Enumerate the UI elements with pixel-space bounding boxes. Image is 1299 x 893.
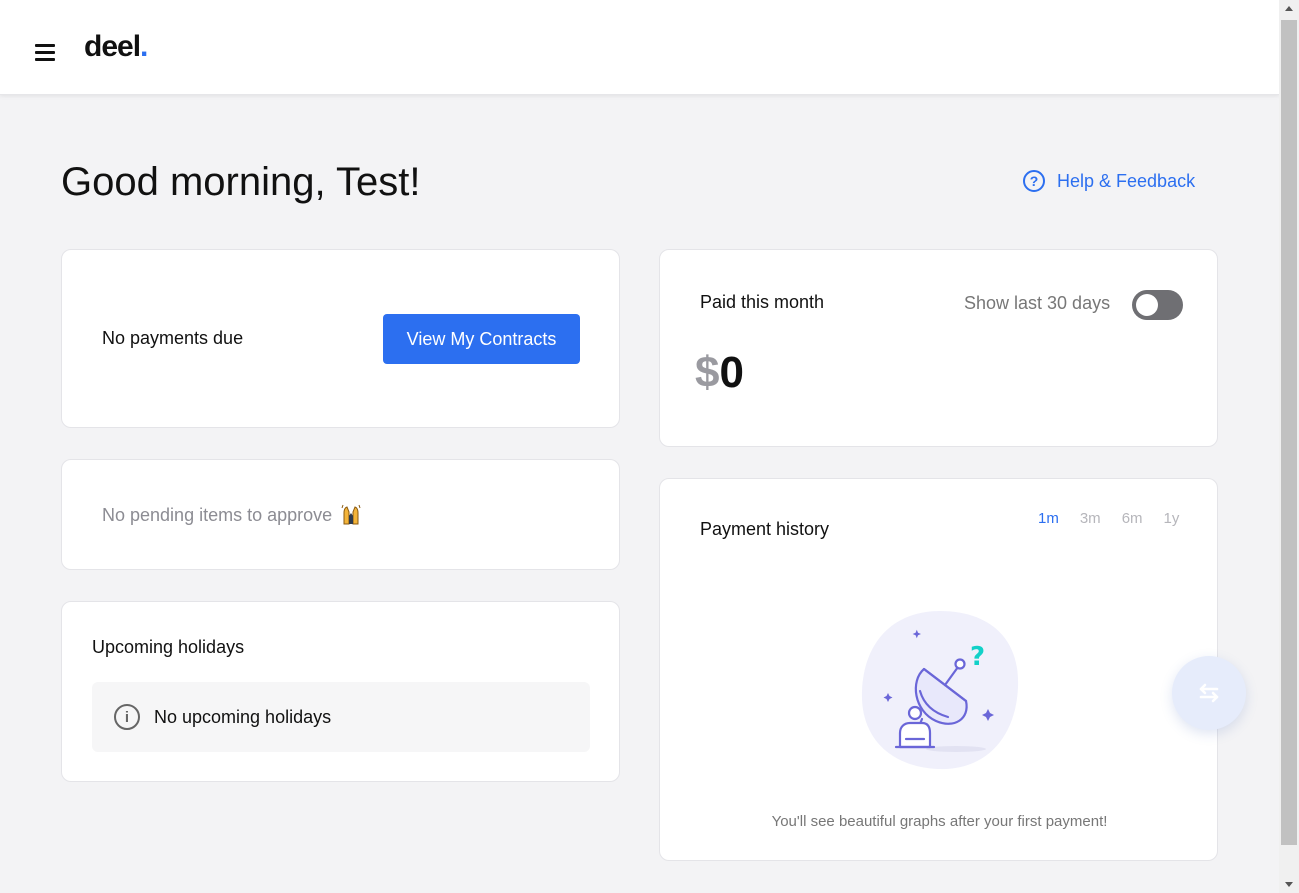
logo-dot: . — [140, 30, 148, 63]
upcoming-holidays-card: Upcoming holidays i No upcoming holidays — [61, 601, 620, 782]
swap-arrows-icon — [1199, 683, 1219, 703]
payments-due-label: No payments due — [102, 328, 244, 348]
top-navigation-bar: deel. — [0, 0, 1279, 95]
no-holidays-text: No upcoming holidays — [154, 706, 332, 727]
info-icon: i — [114, 704, 140, 730]
pending-approvals-label: No pending items to approve — [102, 504, 333, 525]
view-my-contracts-button[interactable]: View My Contracts — [383, 314, 580, 364]
show-last-30-days-toggle[interactable] — [1132, 290, 1183, 320]
swap-floating-button[interactable] — [1172, 656, 1246, 730]
svg-text:?: ? — [970, 642, 985, 672]
pending-approvals-row: No pending items to approve — [102, 504, 362, 526]
hamburger-icon[interactable] — [35, 44, 55, 61]
help-feedback-label: Help & Feedback — [1057, 170, 1196, 191]
paid-this-month-card: Paid this month Show last 30 days $0 — [659, 249, 1218, 447]
scroll-down-arrow-icon[interactable] — [1285, 882, 1293, 887]
amount-value: 0 — [719, 348, 744, 397]
scroll-up-arrow-icon[interactable] — [1285, 6, 1293, 11]
payments-due-card: No payments due View My Contracts — [61, 249, 620, 428]
range-1y[interactable]: 1y — [1164, 510, 1180, 527]
raising-hands-emoji-icon — [341, 504, 361, 525]
range-6m[interactable]: 6m — [1122, 510, 1143, 527]
range-selector: 1m 3m 6m 1y — [1038, 510, 1200, 527]
range-1m[interactable]: 1m — [1038, 510, 1059, 527]
no-holidays-notice: i No upcoming holidays — [92, 682, 590, 752]
payment-history-title: Payment history — [700, 519, 830, 539]
payment-history-card: Payment history 1m 3m 6m 1y ? You'll see… — [659, 478, 1218, 861]
show-last-30-days-label: Show last 30 days — [964, 293, 1111, 313]
logo-text: deel — [84, 30, 141, 63]
toggle-knob — [1136, 294, 1158, 316]
paid-this-month-title: Paid this month — [700, 292, 825, 312]
pending-approvals-card: No pending items to approve — [61, 459, 620, 570]
upcoming-holidays-title: Upcoming holidays — [92, 637, 245, 657]
range-3m[interactable]: 3m — [1080, 510, 1101, 527]
question-circle-icon: ? — [1023, 170, 1045, 192]
payment-history-empty-text: You'll see beautiful graphs after your f… — [771, 813, 1108, 830]
page-greeting: Good morning, Test! — [61, 160, 421, 204]
help-feedback-link[interactable]: ? Help & Feedback — [1023, 170, 1195, 192]
vertical-scrollbar[interactable] — [1279, 0, 1299, 893]
paid-amount: $0 — [695, 348, 744, 398]
satellite-dish-illustration: ? — [861, 611, 1019, 770]
currency-symbol: $ — [695, 348, 720, 397]
deel-logo[interactable]: deel. — [84, 30, 148, 64]
scrollbar-thumb[interactable] — [1281, 20, 1297, 845]
